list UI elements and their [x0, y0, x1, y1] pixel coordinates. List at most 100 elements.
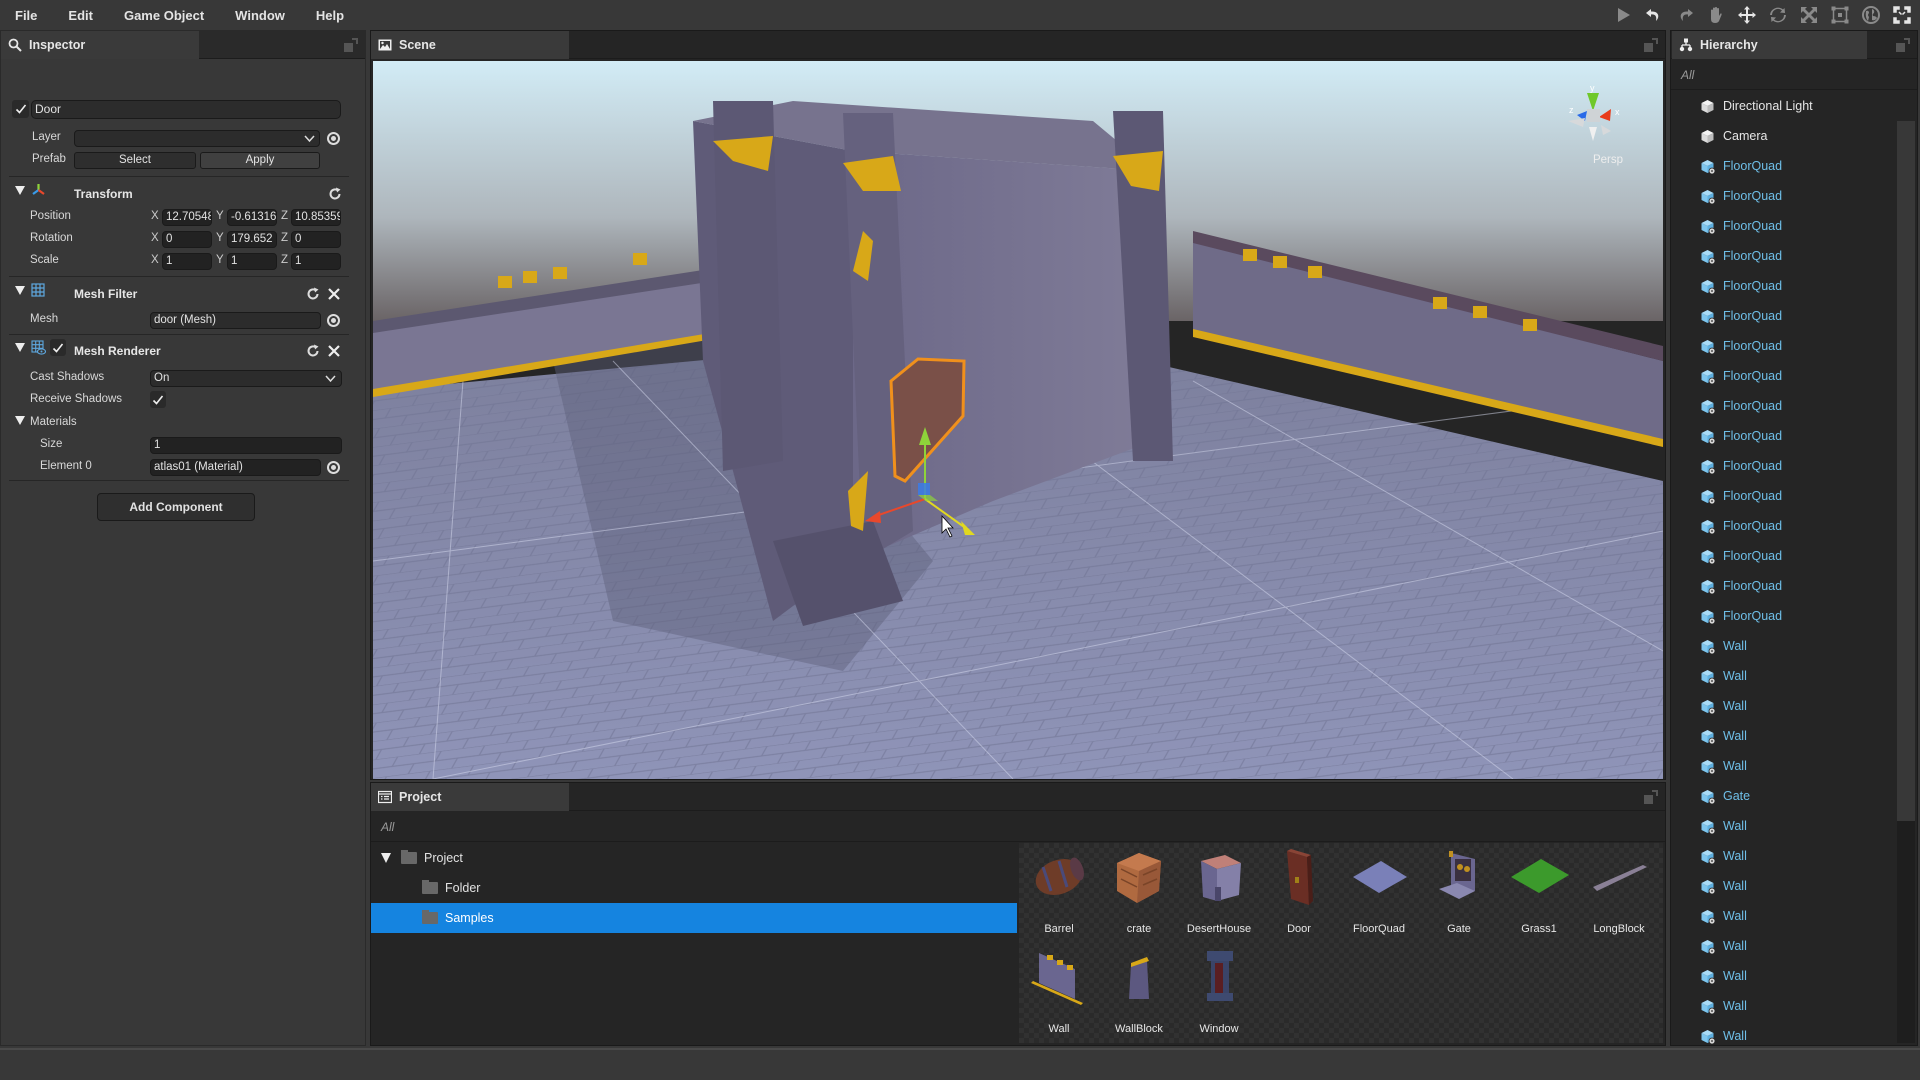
- asset-barrel[interactable]: Barrel: [1019, 843, 1099, 935]
- hierarchy-item[interactable]: Wall: [1671, 751, 1897, 781]
- hierarchy-item[interactable]: FloorQuad: [1671, 241, 1897, 271]
- projection-label[interactable]: Persp: [1593, 154, 1623, 166]
- fullscreen-button[interactable]: [1889, 3, 1914, 27]
- asset-wallblock[interactable]: WallBlock: [1099, 943, 1179, 1035]
- position-x-input[interactable]: 12.70548: [162, 209, 212, 226]
- prefab-apply-button[interactable]: Apply: [200, 152, 320, 169]
- scale-y-input[interactable]: 1: [227, 253, 277, 270]
- global-toggle-button[interactable]: [1858, 3, 1883, 27]
- hierarchy-item[interactable]: Wall: [1671, 931, 1897, 961]
- mesh-renderer-remove-button[interactable]: [327, 344, 341, 358]
- hierarchy-item[interactable]: FloorQuad: [1671, 391, 1897, 421]
- menu-game-object[interactable]: Game Object: [109, 8, 220, 23]
- hierarchy-item[interactable]: Wall: [1671, 721, 1897, 751]
- maximize-icon[interactable]: [1644, 38, 1658, 52]
- menu-window[interactable]: Window: [220, 8, 301, 23]
- asset-grass1[interactable]: Grass1: [1499, 843, 1579, 935]
- hierarchy-item[interactable]: FloorQuad: [1671, 511, 1897, 541]
- hierarchy-item[interactable]: FloorQuad: [1671, 271, 1897, 301]
- rotation-y-input[interactable]: 179.652: [227, 231, 277, 248]
- hierarchy-item[interactable]: Gate: [1671, 781, 1897, 811]
- asset-gate[interactable]: Gate: [1419, 843, 1499, 935]
- menu-edit[interactable]: Edit: [53, 8, 109, 23]
- element0-field[interactable]: atlas01 (Material): [150, 459, 321, 476]
- mesh-filter-remove-button[interactable]: [327, 287, 341, 301]
- hierarchy-filter-bar[interactable]: All: [1671, 59, 1917, 90]
- position-z-input[interactable]: 10.85359: [291, 209, 341, 226]
- element0-target-icon[interactable]: [327, 461, 340, 474]
- play-button[interactable]: [1610, 3, 1635, 27]
- hand-tool-button[interactable]: [1703, 3, 1728, 27]
- hierarchy-scrollbar-thumb[interactable]: [1897, 121, 1915, 821]
- scene-viewport[interactable]: y z x Persp: [373, 61, 1663, 779]
- hierarchy-item[interactable]: FloorQuad: [1671, 541, 1897, 571]
- tree-item-samples[interactable]: Samples: [371, 903, 1017, 933]
- scale-z-input[interactable]: 1: [291, 253, 341, 270]
- asset-crate[interactable]: crate: [1099, 843, 1179, 935]
- mesh-renderer-collapse-toggle[interactable]: [15, 343, 25, 352]
- hierarchy-item[interactable]: FloorQuad: [1671, 481, 1897, 511]
- rotation-x-input[interactable]: 0: [162, 231, 212, 248]
- mesh-target-icon[interactable]: [327, 314, 340, 327]
- hierarchy-item[interactable]: Wall: [1671, 901, 1897, 931]
- inspector-tab[interactable]: Inspector: [1, 31, 199, 59]
- hierarchy-item[interactable]: FloorQuad: [1671, 151, 1897, 181]
- hierarchy-item[interactable]: FloorQuad: [1671, 301, 1897, 331]
- hierarchy-item[interactable]: FloorQuad: [1671, 211, 1897, 241]
- hierarchy-item[interactable]: Wall: [1671, 661, 1897, 691]
- mesh-renderer-reset-button[interactable]: [306, 344, 320, 358]
- add-component-button[interactable]: Add Component: [97, 493, 255, 521]
- hierarchy-item[interactable]: Directional Light: [1671, 91, 1897, 121]
- prefab-select-button[interactable]: Select: [74, 152, 196, 169]
- scale-tool-button[interactable]: [1796, 3, 1821, 27]
- receive-shadows-checkbox[interactable]: [150, 391, 166, 408]
- project-filter-bar[interactable]: All: [371, 811, 1665, 842]
- hierarchy-item[interactable]: FloorQuad: [1671, 451, 1897, 481]
- hierarchy-item[interactable]: Wall: [1671, 691, 1897, 721]
- move-tool-button[interactable]: [1734, 3, 1759, 27]
- hierarchy-item[interactable]: FloorQuad: [1671, 571, 1897, 601]
- hierarchy-item[interactable]: FloorQuad: [1671, 601, 1897, 631]
- layer-target-icon[interactable]: [327, 132, 340, 145]
- hierarchy-item[interactable]: Wall: [1671, 841, 1897, 871]
- maximize-icon[interactable]: [1644, 790, 1658, 804]
- asset-longblock[interactable]: LongBlock: [1579, 843, 1659, 935]
- materials-size-input[interactable]: 1: [150, 437, 342, 454]
- maximize-icon[interactable]: [344, 38, 358, 52]
- menu-file[interactable]: File: [0, 8, 53, 23]
- tree-item-project[interactable]: Project: [371, 843, 1017, 873]
- rotation-z-input[interactable]: 0: [291, 231, 341, 248]
- orientation-gizmo[interactable]: y z x: [1563, 81, 1623, 147]
- position-y-input[interactable]: -0.61316: [227, 209, 277, 226]
- hierarchy-item[interactable]: Wall: [1671, 631, 1897, 661]
- rect-tool-button[interactable]: [1827, 3, 1852, 27]
- hierarchy-item[interactable]: Wall: [1671, 1021, 1897, 1045]
- asset-door[interactable]: Door: [1259, 843, 1339, 935]
- hierarchy-item[interactable]: Wall: [1671, 871, 1897, 901]
- asset-window[interactable]: Window: [1179, 943, 1259, 1035]
- hierarchy-item[interactable]: FloorQuad: [1671, 421, 1897, 451]
- hierarchy-item[interactable]: Wall: [1671, 961, 1897, 991]
- redo-button[interactable]: [1672, 3, 1697, 27]
- expand-toggle-icon[interactable]: [381, 853, 391, 863]
- mesh-filter-collapse-toggle[interactable]: [15, 286, 25, 295]
- tree-item-folder[interactable]: Folder: [371, 873, 1017, 903]
- hierarchy-item[interactable]: Wall: [1671, 991, 1897, 1021]
- hierarchy-item[interactable]: Camera: [1671, 121, 1897, 151]
- undo-button[interactable]: [1641, 3, 1666, 27]
- mesh-field[interactable]: door (Mesh): [150, 312, 321, 329]
- asset-floorquad[interactable]: FloorQuad: [1339, 843, 1419, 935]
- rotate-tool-button[interactable]: [1765, 3, 1790, 27]
- materials-collapse-toggle[interactable]: [15, 416, 25, 425]
- project-tab[interactable]: Project: [371, 783, 569, 811]
- asset-deserthouse[interactable]: DesertHouse: [1179, 843, 1259, 935]
- asset-wall[interactable]: Wall: [1019, 943, 1099, 1035]
- hierarchy-item[interactable]: Wall: [1671, 811, 1897, 841]
- cast-shadows-dropdown[interactable]: On: [150, 370, 342, 387]
- hierarchy-item[interactable]: FloorQuad: [1671, 181, 1897, 211]
- hierarchy-tab[interactable]: Hierarchy: [1672, 31, 1867, 59]
- menu-help[interactable]: Help: [301, 8, 360, 23]
- object-active-checkbox[interactable]: [12, 100, 29, 118]
- object-name-input[interactable]: Door: [31, 100, 341, 119]
- transform-reset-button[interactable]: [328, 187, 342, 201]
